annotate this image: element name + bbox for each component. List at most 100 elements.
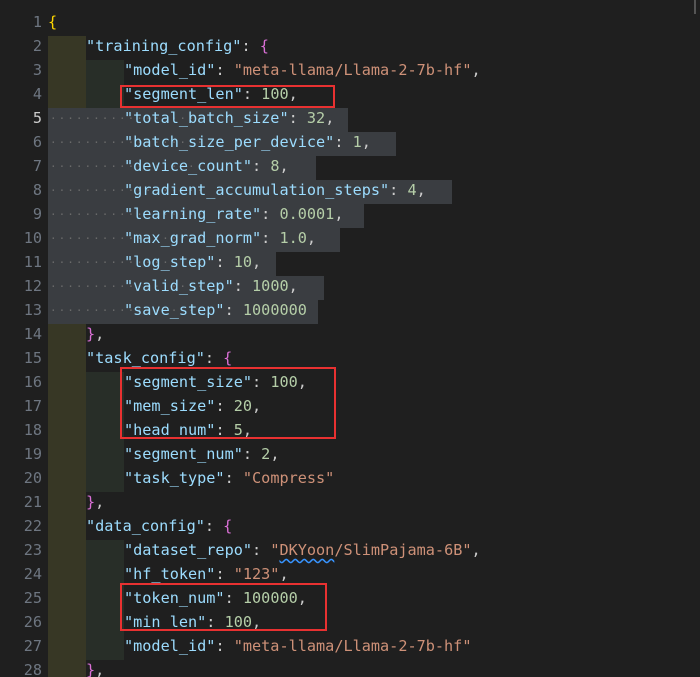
code-text[interactable]: "data_config": { (86, 514, 232, 538)
code-line[interactable]: 10 "max_grad_norm": 1.0, (0, 226, 700, 250)
code-token: "device_count" (124, 157, 253, 175)
code-token: "hf_token" (124, 565, 216, 583)
code-token: 1.0 (279, 229, 307, 247)
code-text[interactable]: }, (86, 658, 104, 677)
code-text[interactable]: "task_type": "Compress" (124, 466, 334, 490)
code-line[interactable]: 23 "dataset_repo": "DKYoon/SlimPajama-6B"… (0, 538, 700, 562)
code-token: : (252, 157, 271, 175)
code-line[interactable]: 16 "segment_size": 100, (0, 370, 700, 394)
code-text[interactable]: "dataset_repo": "DKYoon/SlimPajama-6B", (124, 538, 481, 562)
code-token: : (261, 205, 280, 223)
line-number: 22 (23, 517, 42, 535)
line-number: 2 (32, 37, 42, 55)
code-token: "dataset_repo" (124, 541, 253, 559)
code-text[interactable]: "segment_num": 2, (124, 442, 279, 466)
code-line[interactable]: 27 "model_id": "meta-llama/Llama-2-7b-hf" (0, 634, 700, 658)
code-token: DKYoon (279, 541, 335, 559)
code-line[interactable]: 26 "min_len": 100, (0, 610, 700, 634)
code-token: "123" (233, 565, 280, 583)
code-token: , (306, 229, 317, 247)
code-token: : (204, 517, 224, 535)
line-number: 24 (23, 565, 42, 583)
code-text[interactable]: "batch_size_per_device": 1, (124, 130, 371, 154)
line-number: 27 (23, 637, 42, 655)
code-line[interactable]: 3 "model_id": "meta-llama/Llama-2-7b-hf", (0, 58, 700, 82)
code-token: : (224, 301, 243, 319)
line-number: 5 (32, 109, 42, 127)
code-line[interactable]: 20 "task_type": "Compress" (0, 466, 700, 490)
code-text[interactable]: "model_id": "meta-llama/Llama-2-7b-hf" (124, 634, 471, 658)
code-line[interactable]: 6 "batch_size_per_device": 1, (0, 130, 700, 154)
code-line[interactable]: 25 "token_num": 100000, (0, 586, 700, 610)
code-token: { (223, 517, 233, 535)
line-number: 3 (32, 61, 42, 79)
code-token: /SlimPajama-6B" (334, 541, 472, 559)
code-line[interactable]: 19 "segment_num": 2, (0, 442, 700, 466)
line-number: 4 (32, 85, 42, 103)
code-token: "segment_num" (124, 445, 243, 463)
code-line[interactable]: 13 "save_step": 1000000 (0, 298, 700, 322)
code-token: 32 (306, 109, 326, 127)
code-token: : (215, 61, 234, 79)
line-number: 6 (32, 133, 42, 151)
code-text[interactable]: }, (86, 322, 104, 346)
line-number: 28 (23, 661, 42, 677)
code-token: "valid_step" (124, 277, 234, 295)
code-text[interactable]: "save_step": 1000000 (124, 298, 307, 322)
code-line[interactable]: 7 "device_count": 8, (0, 154, 700, 178)
code-text[interactable]: "model_id": "meta-llama/Llama-2-7b-hf", (124, 58, 481, 82)
code-line[interactable]: 28}, (0, 658, 700, 677)
code-token: } (86, 325, 96, 343)
code-token: : (261, 229, 280, 247)
code-text[interactable]: "learning_rate": 0.0001, (124, 202, 343, 226)
code-token: : (215, 637, 234, 655)
code-text[interactable]: "device_count": 8, (124, 154, 289, 178)
code-token: "gradient_accumulation_steps" (124, 181, 390, 199)
code-line[interactable]: 14}, (0, 322, 700, 346)
line-number: 17 (23, 397, 42, 415)
code-line[interactable]: 4 "segment_len": 100, (0, 82, 700, 106)
code-token: : (233, 277, 253, 295)
code-token: , (95, 493, 105, 511)
code-line[interactable]: 24 "hf_token": "123", (0, 562, 700, 586)
code-token: { (48, 13, 58, 31)
code-text[interactable]: "max_grad_norm": 1.0, (124, 226, 316, 250)
code-text[interactable]: "training_config": { (86, 34, 269, 58)
code-token: : (204, 349, 224, 367)
code-line[interactable]: 12 "valid_step": 1000, (0, 274, 700, 298)
code-text[interactable]: "log_step": 10, (124, 250, 261, 274)
code-line[interactable]: 11 "log_step": 10, (0, 250, 700, 274)
code-text[interactable]: "valid_step": 1000, (124, 274, 298, 298)
code-line[interactable]: 17 "mem_size": 20, (0, 394, 700, 418)
code-token: "model_id" (124, 61, 216, 79)
line-number: 1 (32, 13, 42, 31)
code-line[interactable]: 2 "training_config": { (0, 34, 700, 58)
code-token: : (215, 253, 234, 271)
code-line[interactable]: 21}, (0, 490, 700, 514)
line-number: 13 (23, 301, 42, 319)
code-line[interactable]: 18 "head_num": 5, (0, 418, 700, 442)
code-token: : (389, 181, 408, 199)
code-text[interactable]: "total_batch_size": 32, (124, 106, 334, 130)
code-line[interactable]: 9 "learning_rate": 0.0001, (0, 202, 700, 226)
code-token: , (252, 253, 262, 271)
code-line[interactable]: 22 "data_config": { (0, 514, 700, 538)
line-number: 16 (23, 373, 42, 391)
code-text[interactable]: }, (86, 490, 104, 514)
highlight-box-task-config-params (120, 367, 336, 439)
code-token: , (279, 157, 289, 175)
line-number: 25 (23, 589, 42, 607)
scrollbar-marker[interactable] (694, 0, 696, 14)
line-number: 18 (23, 421, 42, 439)
code-line[interactable]: 8 "gradient_accumulation_steps": 4, (0, 178, 700, 202)
code-text[interactable]: { (48, 10, 57, 34)
code-token: "meta-llama/Llama-2-7b-hf" (233, 61, 472, 79)
code-token: { (223, 349, 233, 367)
code-editor[interactable]: ·················· ·················· ····… (0, 0, 700, 677)
code-line[interactable]: 1{ (0, 10, 700, 34)
code-token: : (334, 133, 353, 151)
code-text[interactable]: "gradient_accumulation_steps": 4, (124, 178, 426, 202)
line-number: 8 (32, 181, 42, 199)
code-line[interactable]: 15 "task_config": { (0, 346, 700, 370)
code-line[interactable]: 5 "total_batch_size": 32, (0, 106, 700, 130)
